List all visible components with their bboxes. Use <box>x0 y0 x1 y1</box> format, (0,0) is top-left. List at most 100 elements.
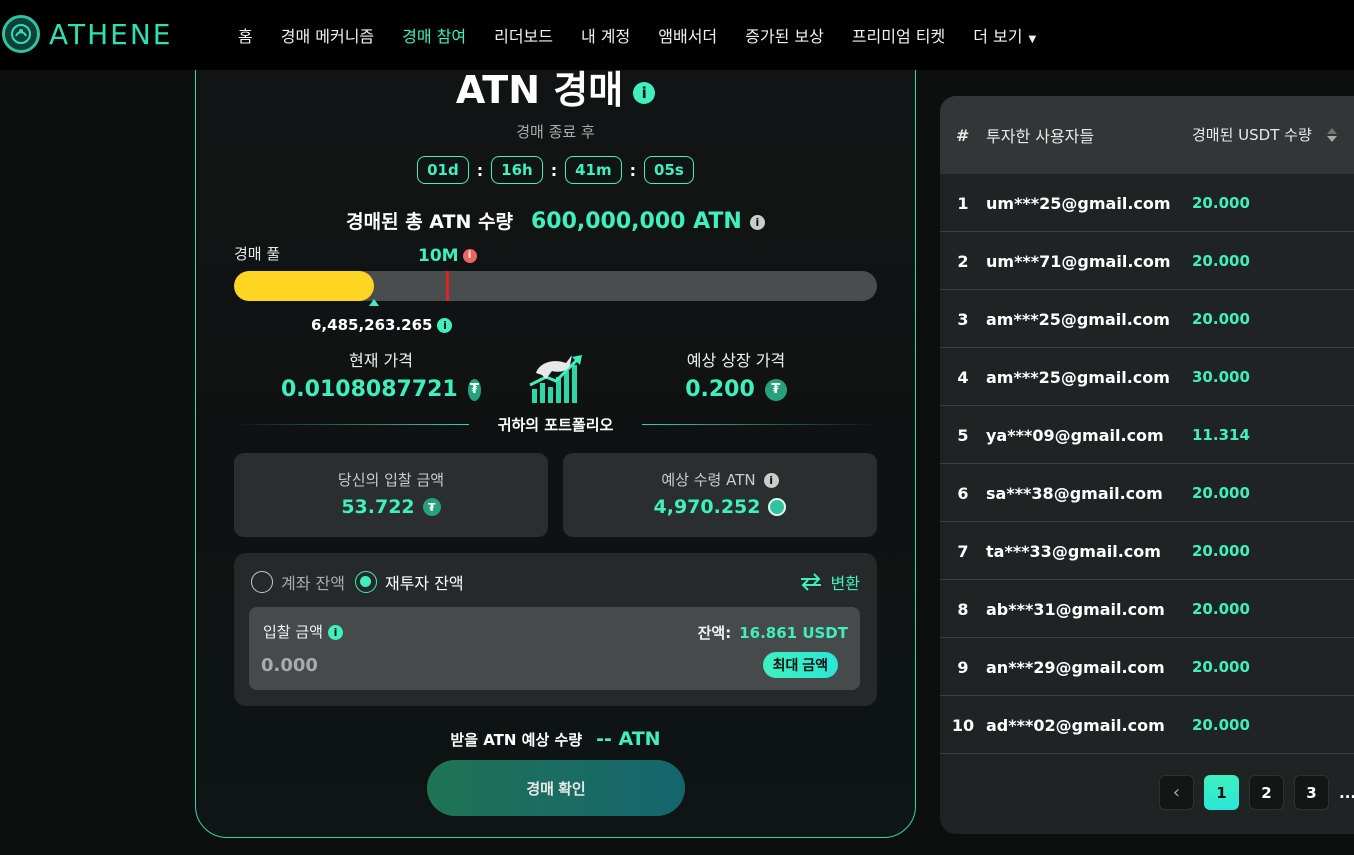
table-row: 7 ta***33@gmail.com 20.000 <box>940 522 1354 580</box>
total-atn-label: 경매된 총 ATN 수량 <box>346 211 513 233</box>
auction-title-text: ATN 경매 <box>455 68 624 112</box>
column-rank: # <box>956 125 970 145</box>
row-rank: 5 <box>957 426 969 445</box>
info-icon[interactable]: i <box>763 473 779 488</box>
current-price-block: 현재 가격 0.0108087721 ₮ <box>281 347 481 402</box>
row-usdt-amount: 20.000 <box>1192 194 1250 212</box>
nav-item[interactable]: 내 계정 <box>567 23 644 47</box>
row-user-email: an***29@gmail.com <box>986 658 1165 677</box>
max-amount-button[interactable]: 최대 금액 <box>762 652 838 678</box>
top-navbar: ATHENE 홈 경매 메커니즘 경매 참여 리더보드 내 계정 앰배서더 증가된 보상 프리… <box>0 0 1354 70</box>
nav-item[interactable]: 경매 메커니즘 <box>267 23 388 47</box>
reinvest-balance-label[interactable]: 재투자 잔액 <box>385 570 464 594</box>
listing-price-label: 예상 상장 가격 <box>686 351 786 370</box>
countdown-minutes: 41m <box>565 156 622 184</box>
nav-item[interactable]: 앰배서더 <box>644 23 731 47</box>
brand-name: ATHENE <box>49 17 173 51</box>
pool-progress-fill <box>234 271 374 301</box>
owl-logo-icon <box>2 15 40 53</box>
row-user-email: am***25@gmail.com <box>986 310 1170 329</box>
table-row: 8 ab***31@gmail.com 20.000 <box>940 580 1354 638</box>
table-row: 4 am***25@gmail.com 30.000 <box>940 348 1354 406</box>
bid-panel: 계좌 잔액 재투자 잔액 변환 입찰 금액i 잔액:16.861 USDT 최대… <box>234 553 877 706</box>
portfolio-divider: 귀하의 포트폴리오 <box>234 414 877 434</box>
pagination-ellipsis: ... <box>1339 783 1354 802</box>
expected-receive-label: 예상 수령 ATN i <box>563 469 877 490</box>
account-balance-label[interactable]: 계좌 잔액 <box>281 570 345 594</box>
bid-input-box: 입찰 금액i 잔액:16.861 USDT 최대 금액 <box>249 607 860 690</box>
caret-down-icon: ▼ <box>1028 34 1037 45</box>
table-row: 5 ya***09@gmail.com 11.314 <box>940 406 1354 464</box>
row-usdt-amount: 20.000 <box>1192 542 1250 560</box>
nav-item[interactable]: 증가된 보상 <box>731 23 838 47</box>
page-button[interactable]: 1 <box>1204 775 1239 810</box>
row-rank: 7 <box>957 542 969 561</box>
progress-pointer-icon <box>368 299 379 306</box>
table-row: 6 sa***38@gmail.com 20.000 <box>940 464 1354 522</box>
row-rank: 9 <box>957 658 969 677</box>
page-button[interactable]: 3 <box>1294 775 1329 810</box>
confirm-auction-button[interactable]: 경매 확인 <box>427 760 685 816</box>
info-icon[interactable]: i <box>462 249 477 263</box>
info-icon[interactable]: i <box>327 625 343 640</box>
info-icon[interactable]: i <box>749 215 765 230</box>
row-usdt-amount: 20.000 <box>1192 658 1250 676</box>
countdown-timer: 01d : 16h : 41m : 05s <box>196 156 915 184</box>
nav-item[interactable]: 경매 참여 <box>388 23 480 47</box>
column-usdt-amount[interactable]: 경매된 USDT 수량 <box>1192 124 1317 146</box>
reinvest-balance-radio[interactable] <box>354 571 377 593</box>
bid-amount-value: 53.722 ₮ <box>234 496 548 518</box>
row-rank: 4 <box>957 368 969 387</box>
pool-amount: 6,485,263.265 i <box>311 316 453 334</box>
expected-receive-value: 4,970.252 <box>563 496 877 518</box>
nav-item[interactable]: 리더보드 <box>480 23 567 47</box>
milestone-text: 10M <box>418 246 459 266</box>
row-usdt-amount: 20.000 <box>1192 600 1250 618</box>
current-price-label: 현재 가격 <box>349 351 413 370</box>
convert-button[interactable]: 변환 <box>799 570 860 594</box>
nav-item[interactable]: 프리미엄 티켓 <box>838 23 959 47</box>
atn-coin-icon <box>768 498 787 516</box>
pagination: ‹ 123... <box>1159 775 1354 810</box>
milestone-tick <box>446 271 450 301</box>
expected-atn-label: 받을 ATN 예상 수량 <box>450 731 583 749</box>
row-user-email: am***25@gmail.com <box>986 368 1170 387</box>
row-rank: 6 <box>957 484 969 503</box>
table-row: 1 um***25@gmail.com 20.000 <box>940 174 1354 232</box>
row-user-email: um***71@gmail.com <box>986 252 1171 271</box>
listing-price-value: 0.200 ₮ <box>656 377 816 402</box>
table-row: 3 am***25@gmail.com 20.000 <box>940 290 1354 348</box>
page-button[interactable]: 2 <box>1249 775 1284 810</box>
bid-amount-label: 당신의 입찰 금액 <box>337 471 445 489</box>
table-body: 1 um***25@gmail.com 20.000 2 um***71@gmail.c… <box>940 174 1354 754</box>
account-balance-radio[interactable] <box>251 571 273 593</box>
row-rank: 2 <box>957 252 969 271</box>
countdown-seconds: 05s <box>644 156 694 184</box>
bid-amount-card: 당신의 입찰 금액 53.722 ₮ <box>234 453 548 537</box>
investors-table: # 투자한 사용자들 경매된 USDT 수량 1 um***25@gmail.co… <box>940 96 1354 834</box>
nav-menu: 홈 경매 메커니즘 경매 참여 리더보드 내 계정 앰배서더 증가된 보상 프리미엄 티켓 더 … <box>224 0 1050 70</box>
row-user-email: ya***09@gmail.com <box>986 426 1164 445</box>
nav-item[interactable]: 홈 <box>224 23 267 47</box>
row-user-email: um***25@gmail.com <box>986 194 1171 213</box>
pool-amount-value: 6,485,263.265 <box>311 316 433 334</box>
row-rank: 8 <box>957 600 969 619</box>
nav-more-menu[interactable]: 더 보기 ▼ <box>959 23 1050 47</box>
expected-atn-row: 받을 ATN 예상 수량 -- ATN <box>196 728 915 750</box>
info-icon[interactable]: i <box>633 81 656 104</box>
row-usdt-amount: 20.000 <box>1192 716 1250 734</box>
convert-label: 변환 <box>830 574 860 593</box>
chevron-left-icon[interactable]: ‹ <box>1159 775 1194 810</box>
athene-logo[interactable]: ATHENE <box>2 15 172 53</box>
nav-more-label: 더 보기 <box>973 27 1023 46</box>
listing-price-block: 예상 상장 가격 0.200 ₮ <box>656 347 816 402</box>
total-atn-value: 600,000,000 ATN <box>530 209 742 234</box>
bid-amount-input[interactable] <box>261 652 561 678</box>
row-usdt-amount: 30.000 <box>1192 368 1250 386</box>
row-user-email: ab***31@gmail.com <box>986 600 1165 619</box>
expected-receive-card: 예상 수령 ATN i 4,970.252 <box>563 453 877 537</box>
countdown-hours: 16h <box>491 156 543 184</box>
info-icon[interactable]: i <box>437 318 453 333</box>
row-user-email: ad***02@gmail.com <box>986 716 1165 735</box>
sort-icon[interactable] <box>1327 128 1337 142</box>
